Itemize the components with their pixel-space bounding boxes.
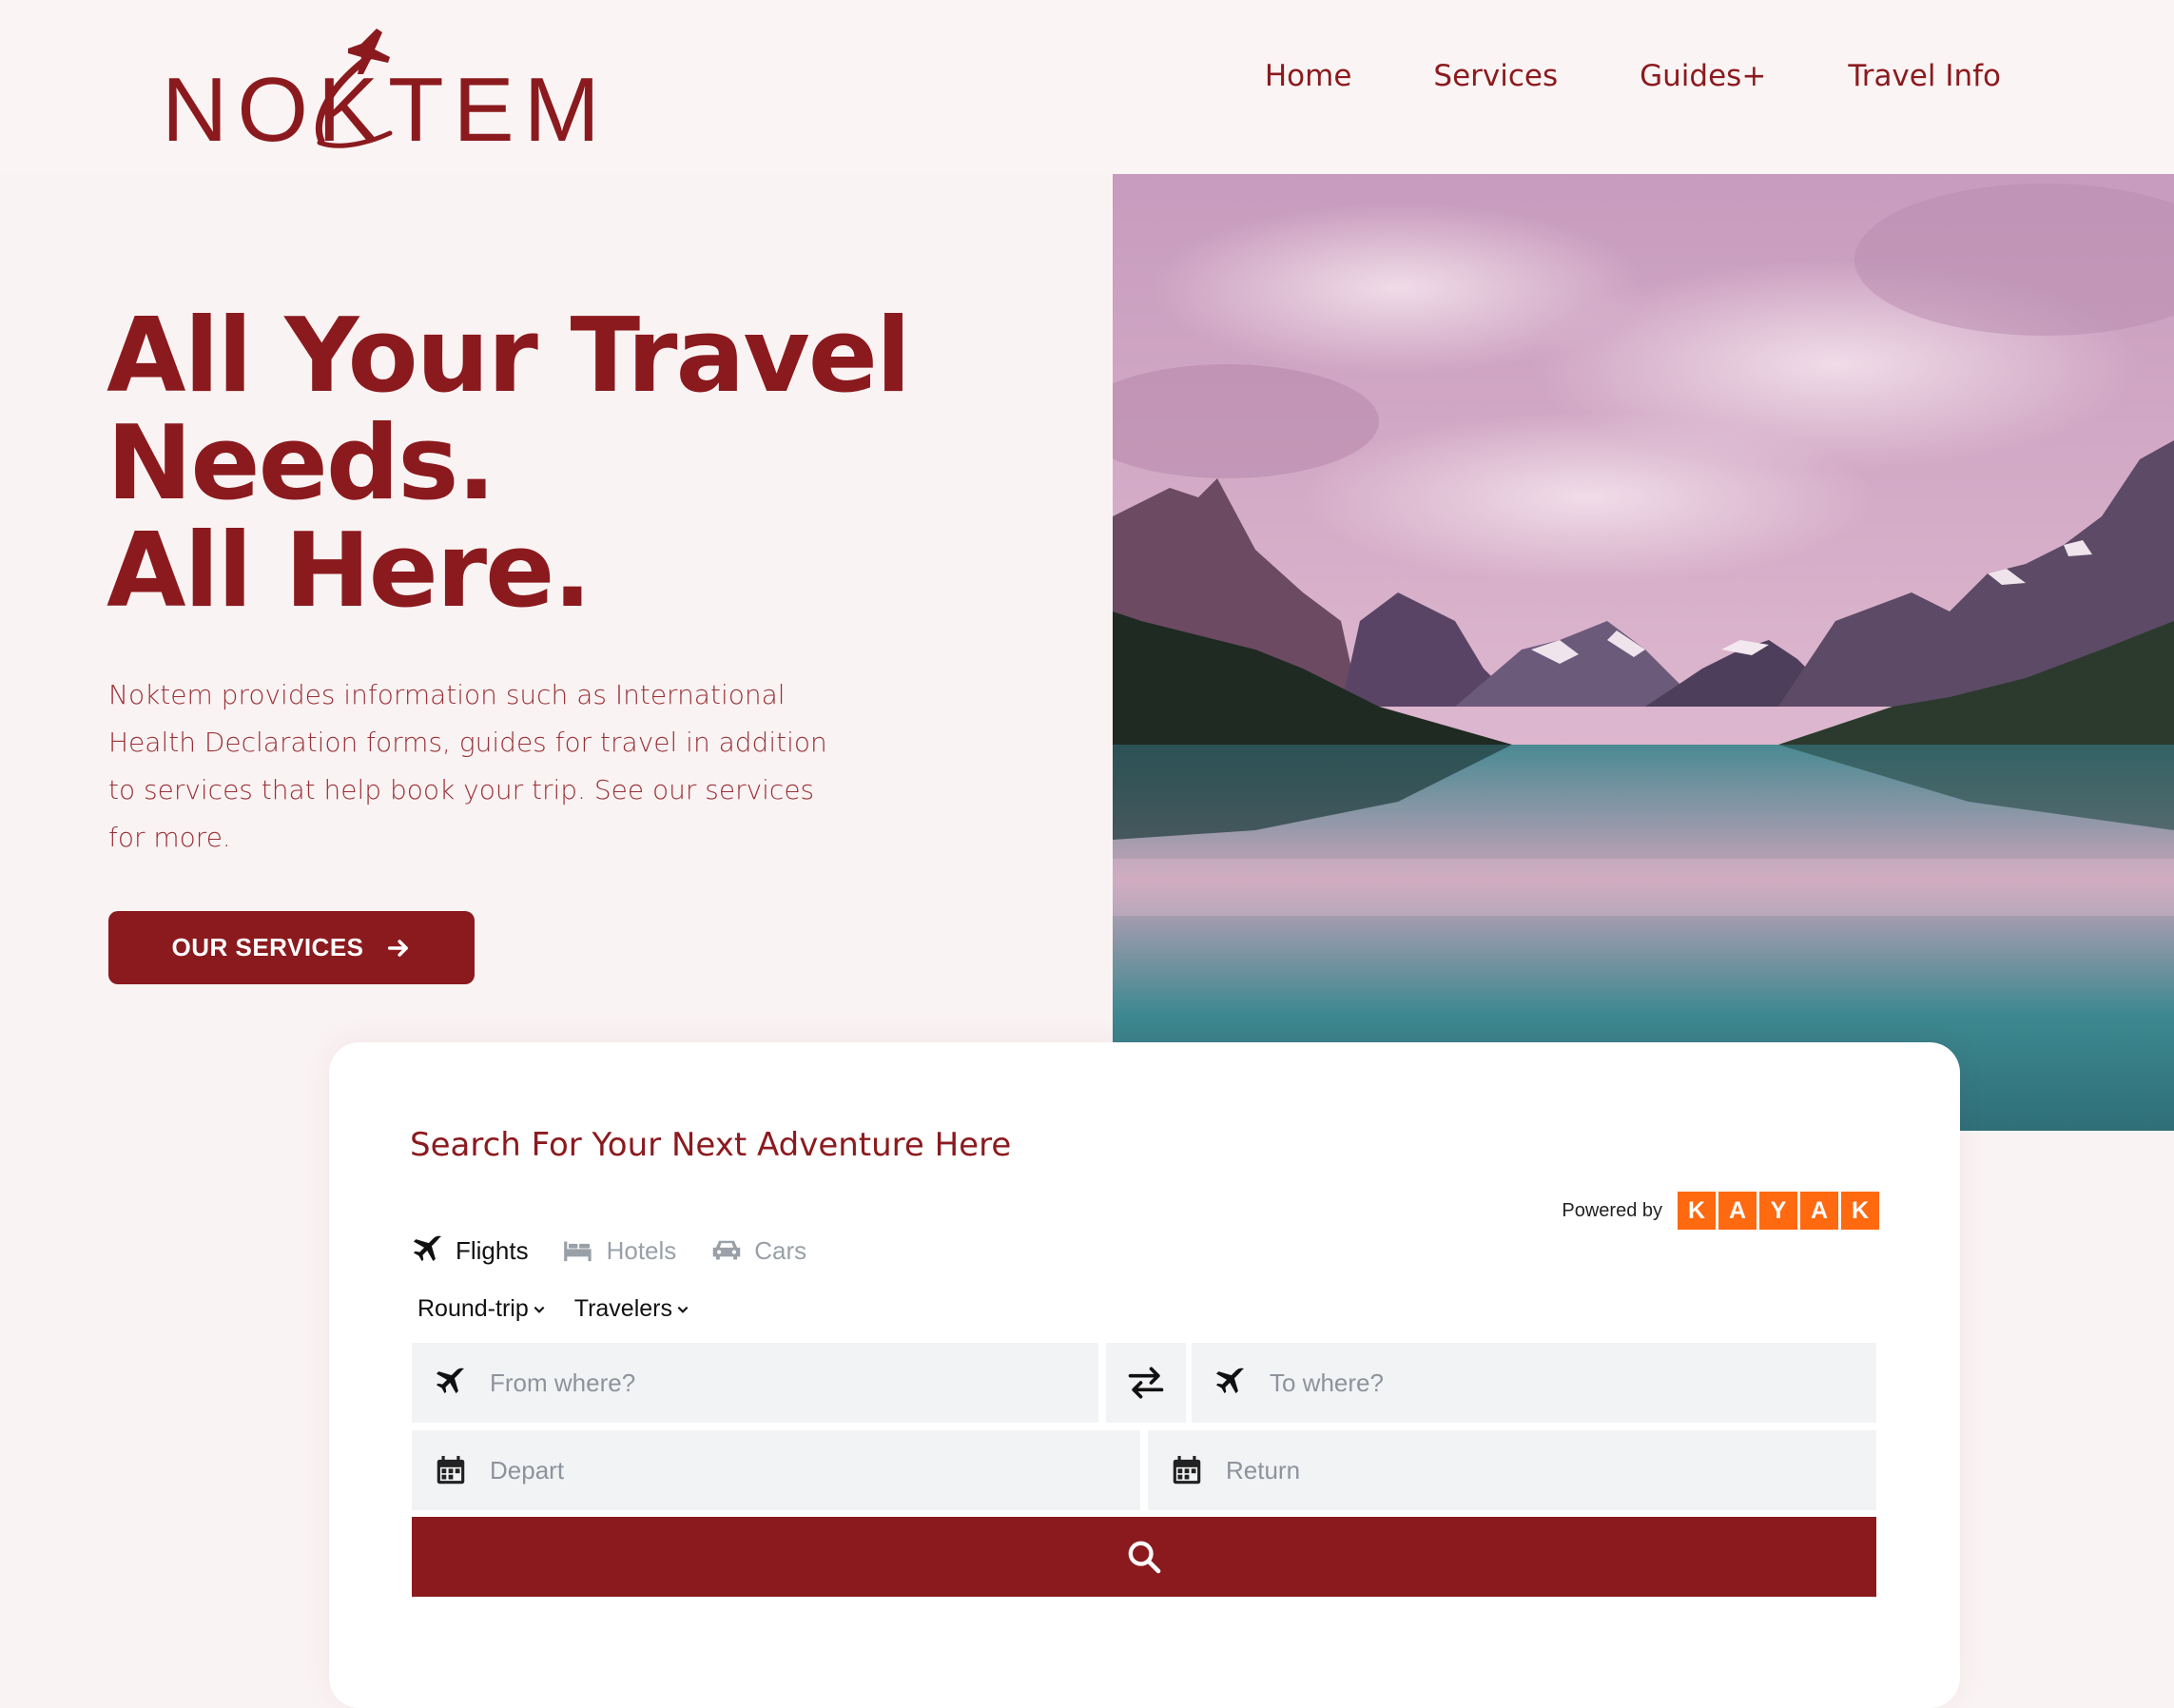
hero-title: All Your Travel Needs. All Here. (107, 297, 911, 631)
tab-cars[interactable]: Cars (708, 1232, 806, 1269)
tab-hotels-label: Hotels (606, 1235, 677, 1265)
travelers-dropdown[interactable]: Travelers (574, 1295, 689, 1323)
calendar-icon (1173, 1455, 1201, 1485)
search-icon (1128, 1541, 1161, 1574)
search-button[interactable] (412, 1517, 1876, 1597)
kayak-letter: K (1841, 1192, 1879, 1230)
return-field[interactable] (1148, 1430, 1876, 1510)
travelers-label: Travelers (573, 1295, 672, 1322)
main-nav: Home Services Guides+ Travel Info (1265, 59, 2001, 94)
chevron-down-icon (677, 1306, 689, 1313)
plane-icon (413, 1235, 442, 1262)
trip-type-dropdown[interactable]: Round-trip (417, 1295, 546, 1323)
to-field[interactable] (1192, 1343, 1876, 1423)
tab-flights-label: Flights (456, 1235, 529, 1265)
from-input[interactable] (488, 1367, 1098, 1399)
return-input[interactable] (1224, 1454, 1876, 1486)
nav-guides[interactable]: Guides+ (1640, 59, 1766, 94)
swap-arrows-icon (1128, 1367, 1164, 1399)
plane-icon (436, 1368, 465, 1394)
swap-locations-button[interactable] (1106, 1343, 1186, 1423)
nav-services[interactable]: Services (1433, 59, 1558, 94)
plane-icon (1215, 1368, 1245, 1394)
search-card-title: Search For Your Next Adventure Here (410, 1126, 1012, 1164)
to-input[interactable] (1268, 1367, 1876, 1399)
powered-by-label: Powered by (1562, 1199, 1662, 1221)
site-header: NOKTEM Home Services Guides+ Travel Info (0, 0, 2174, 174)
kayak-letter: K (1678, 1192, 1716, 1230)
noktem-logo[interactable]: NOKTEM (162, 19, 600, 156)
powered-by-kayak: Powered by K A Y A K (1562, 1192, 1879, 1230)
search-tabs: Flights Hotels Cars (410, 1232, 806, 1269)
calendar-icon (437, 1455, 465, 1485)
our-services-button[interactable]: OUR SERVICES (108, 911, 475, 984)
hero-description: Noktem provides information such as Inte… (108, 679, 827, 853)
hero-title-line-2: Needs. (107, 404, 496, 523)
kayak-logo[interactable]: K A Y A K (1678, 1192, 1879, 1230)
bed-icon (563, 1241, 592, 1262)
tab-hotels[interactable]: Hotels (561, 1232, 677, 1269)
depart-input[interactable] (488, 1454, 1140, 1486)
kayak-letter: A (1718, 1192, 1757, 1230)
kayak-letter: Y (1759, 1192, 1797, 1230)
trip-options: Round-trip Travelers (417, 1295, 689, 1323)
kayak-letter: A (1800, 1192, 1838, 1230)
logo-plane-icon (315, 29, 393, 148)
nav-home[interactable]: Home (1265, 59, 1352, 94)
trip-type-value: Round-trip (417, 1295, 529, 1322)
from-field[interactable] (412, 1343, 1098, 1423)
hero-title-line-1: All Your Travel (107, 297, 911, 416)
depart-field[interactable] (412, 1430, 1140, 1510)
our-services-label: OUR SERVICES (171, 933, 364, 961)
tab-cars-label: Cars (754, 1235, 807, 1265)
nav-travel-info[interactable]: Travel Info (1848, 59, 2001, 94)
tab-flights[interactable]: Flights (410, 1232, 529, 1269)
arrow-right-icon (387, 939, 408, 957)
hero-landscape-image (1113, 174, 2174, 1131)
flight-search-card: Search For Your Next Adventure Here Powe… (329, 1042, 1960, 1708)
chevron-down-icon (534, 1306, 545, 1313)
hero-title-line-3: All Here. (107, 512, 592, 631)
car-icon (713, 1240, 741, 1260)
